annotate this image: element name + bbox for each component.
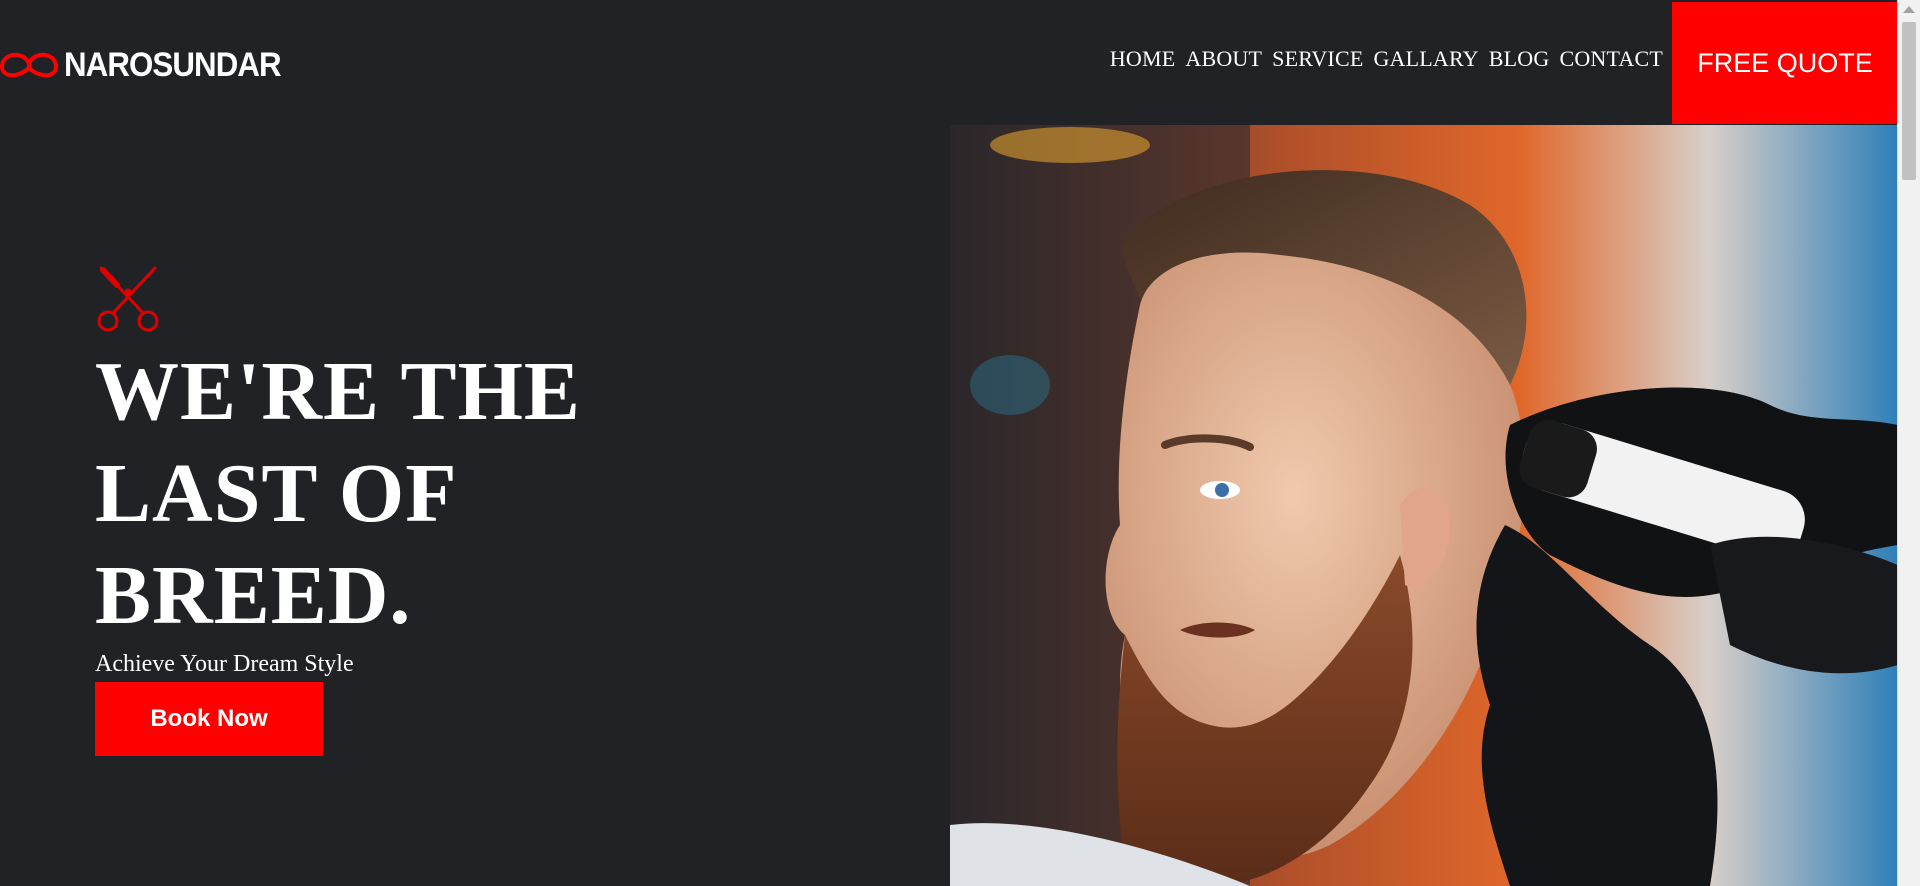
main-nav: HOME ABOUT SERVICE GALLARY BLOG CONTACT: [1110, 46, 1663, 72]
site-header: NAROSUNDAR HOME ABOUT SERVICE GALLARY BL…: [0, 0, 1898, 125]
nav-blog[interactable]: BLOG: [1489, 46, 1550, 72]
nav-home[interactable]: HOME: [1110, 46, 1176, 72]
scissors-icon: [97, 266, 159, 332]
brand-logo[interactable]: NAROSUNDAR: [0, 40, 300, 90]
nav-gallary[interactable]: GALLARY: [1373, 46, 1478, 72]
free-quote-button[interactable]: FREE QUOTE: [1672, 2, 1898, 124]
brand-name: NAROSUNDAR: [64, 45, 282, 84]
hero-headline: WE'RE THE LAST OF BREED.: [95, 341, 655, 647]
book-now-button[interactable]: Book Now: [95, 682, 323, 756]
vertical-scrollbar[interactable]: [1897, 0, 1920, 886]
nav-service[interactable]: SERVICE: [1272, 46, 1363, 72]
hero-tagline: Achieve Your Dream Style: [95, 651, 354, 677]
nav-about[interactable]: ABOUT: [1185, 46, 1262, 72]
scroll-thumb[interactable]: [1902, 22, 1916, 180]
headline-line-2: LAST OF: [95, 447, 458, 540]
hero-content: WE'RE THE LAST OF BREED. Achieve Your Dr…: [95, 265, 655, 756]
headline-line-3: BREED.: [95, 549, 412, 642]
page: NAROSUNDAR HOME ABOUT SERVICE GALLARY BL…: [0, 0, 1898, 886]
headline-line-1: WE'RE THE: [95, 345, 581, 438]
scroll-up-arrow-icon[interactable]: [1903, 6, 1915, 13]
nav-contact[interactable]: CONTACT: [1559, 46, 1663, 72]
mustache-icon: [0, 52, 58, 78]
barber-trimming-bearded-man-photo: [950, 125, 1898, 886]
hero-image: [950, 125, 1898, 886]
